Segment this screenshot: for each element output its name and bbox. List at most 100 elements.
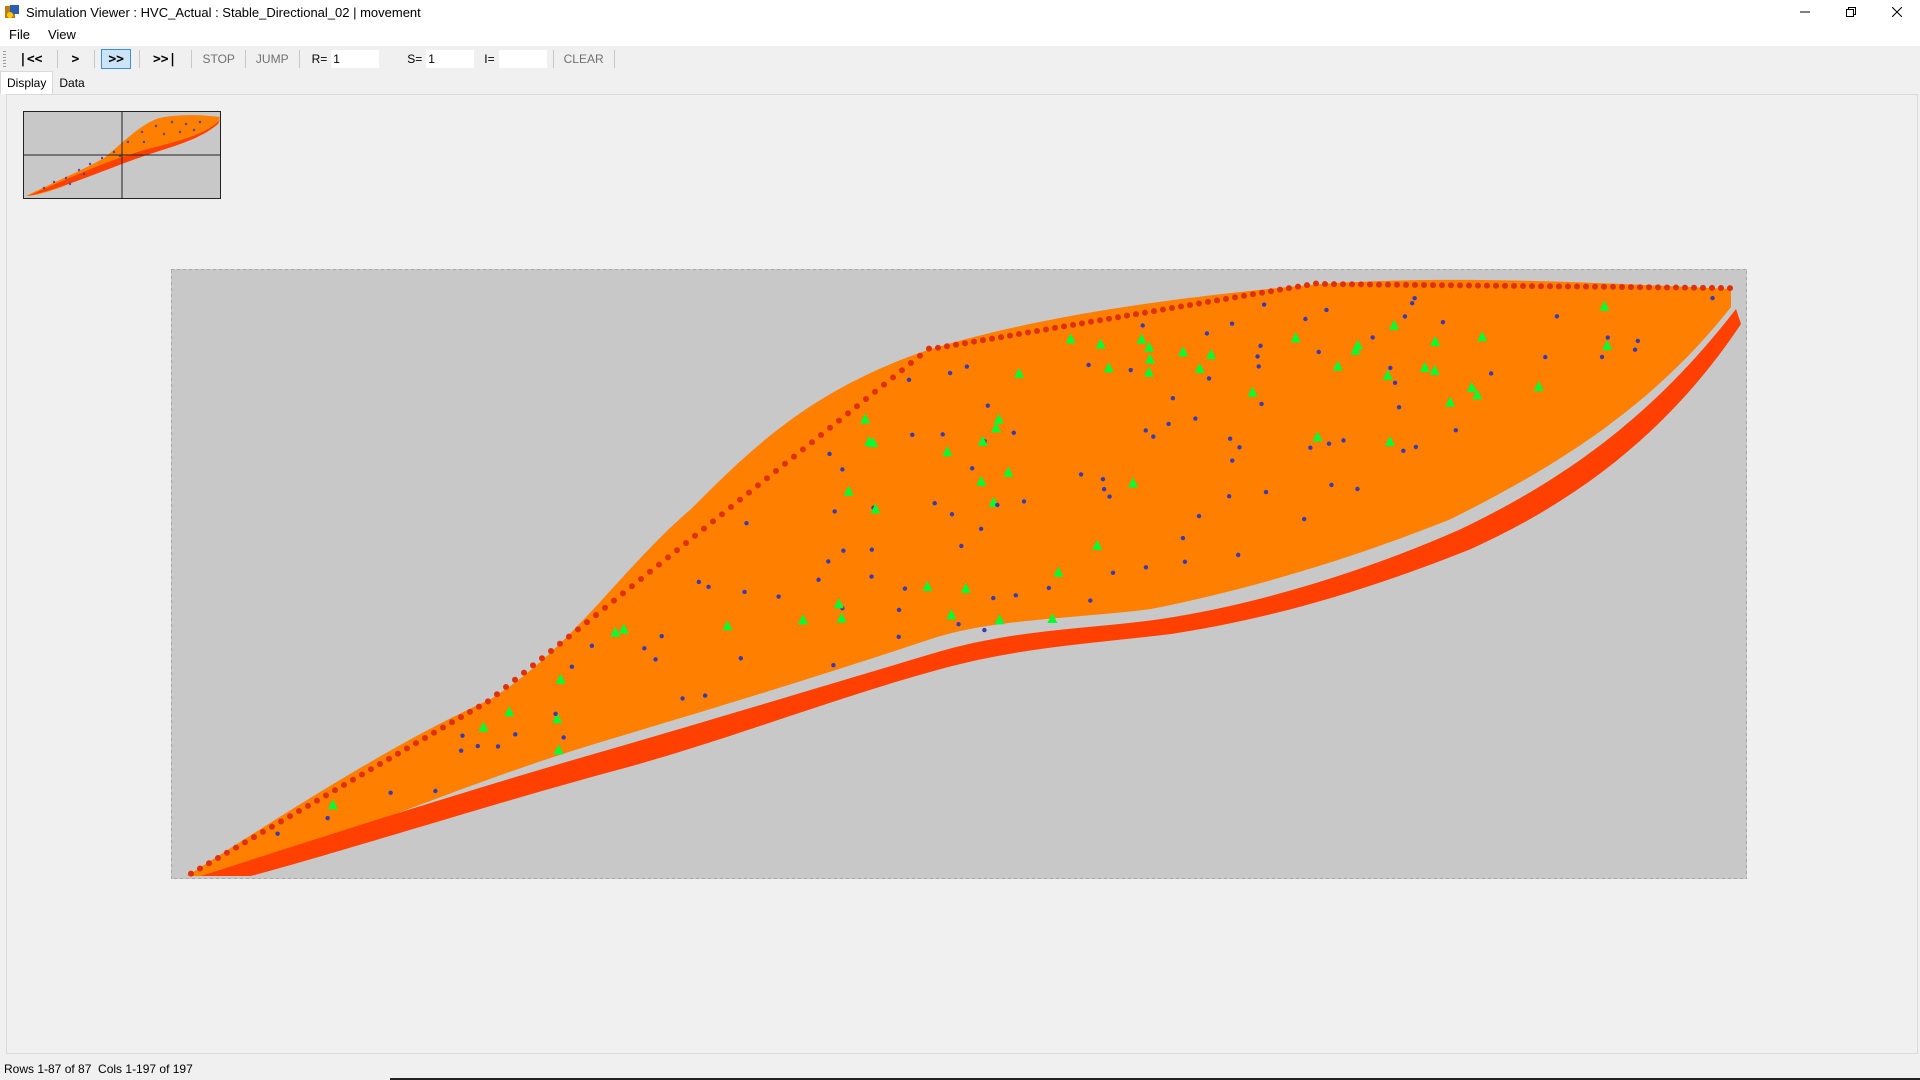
boundary-dot xyxy=(665,554,671,561)
boundary-dot xyxy=(638,576,644,582)
restore-button[interactable] xyxy=(1828,0,1874,24)
boundary-dot xyxy=(1268,288,1274,295)
tab-display[interactable]: Display xyxy=(0,71,54,94)
toolbar-separator xyxy=(191,50,193,68)
boundary-dot xyxy=(539,655,545,662)
agent-blue-marker xyxy=(1370,335,1375,340)
agent-blue-marker xyxy=(1204,331,1210,336)
agent-blue-marker xyxy=(1396,404,1402,410)
boundary-dot xyxy=(1052,324,1058,331)
boundary-dot xyxy=(1097,317,1103,324)
boundary-dot xyxy=(917,352,923,359)
close-button[interactable] xyxy=(1874,0,1920,24)
minimap-overview[interactable] xyxy=(23,111,221,199)
agent-blue-marker xyxy=(776,594,781,599)
agent-blue-marker xyxy=(1316,349,1321,355)
boundary-dot xyxy=(1718,285,1724,291)
agent-blue-marker xyxy=(475,743,480,749)
agent-blue-marker xyxy=(1128,367,1133,373)
boundary-dot xyxy=(1169,305,1175,312)
agent-blue-marker xyxy=(1229,321,1235,326)
s-label: S= xyxy=(407,52,423,66)
boundary-dot xyxy=(197,865,203,872)
menu-view[interactable]: View xyxy=(39,24,85,46)
simulation-grid[interactable] xyxy=(170,268,1748,882)
r-input[interactable] xyxy=(331,50,380,68)
boundary-dot xyxy=(1043,326,1049,333)
i-input[interactable] xyxy=(498,50,547,68)
boundary-dot xyxy=(791,453,797,460)
agent-blue-marker xyxy=(1088,598,1093,603)
minimize-button[interactable] xyxy=(1782,0,1828,24)
boundary-dot xyxy=(1727,285,1733,292)
boundary-dot xyxy=(1691,284,1697,291)
boundary-dot xyxy=(602,604,608,611)
boundary-dot xyxy=(206,860,212,867)
jump-button[interactable]: JUMP xyxy=(252,52,293,66)
agent-blue-marker xyxy=(1261,302,1267,307)
agent-blue-marker xyxy=(1140,323,1145,328)
agent-blue-marker xyxy=(1326,441,1332,446)
boundary-dot xyxy=(188,870,194,877)
agent-blue-marker xyxy=(1543,354,1548,360)
boundary-dot xyxy=(440,724,446,731)
boundary-dot xyxy=(701,525,707,532)
agent-blue-marker xyxy=(495,744,501,749)
agent-blue-marker xyxy=(1632,347,1638,352)
boundary-dot xyxy=(1511,282,1517,289)
agent-blue-marker xyxy=(1258,343,1263,349)
stop-button[interactable]: STOP xyxy=(198,52,238,66)
status-bar: Rows 1-87 of 87 Cols 1-197 of 197 xyxy=(0,1058,1920,1080)
boundary-dot xyxy=(1061,323,1067,330)
boundary-dot xyxy=(1124,312,1130,319)
agent-blue-marker xyxy=(744,520,749,526)
boundary-dot xyxy=(836,417,842,424)
toolbar-grip[interactable] xyxy=(3,51,6,67)
boundary-dot xyxy=(854,403,860,410)
agent-blue-marker xyxy=(513,732,518,737)
boundary-dot xyxy=(1115,314,1121,321)
boundary-dot xyxy=(1655,284,1661,291)
boundary-dot xyxy=(1394,281,1400,288)
tab-data[interactable]: Data xyxy=(53,72,90,94)
agent-blue-marker xyxy=(1170,396,1176,401)
agent-blue-marker xyxy=(906,377,912,383)
play-button[interactable]: >> xyxy=(101,49,131,69)
boundary-dot xyxy=(1259,289,1265,296)
agent-blue-marker xyxy=(964,364,970,369)
boundary-dot xyxy=(260,828,266,835)
boundary-dot xyxy=(242,839,248,846)
boundary-dot xyxy=(827,424,833,431)
last-frame-button[interactable]: >>| xyxy=(146,49,183,69)
boundary-dot xyxy=(233,844,239,851)
agent-blue-marker xyxy=(680,696,685,701)
first-frame-button[interactable]: |<< xyxy=(12,49,49,69)
boundary-dot xyxy=(773,468,779,474)
agent-blue-marker xyxy=(1301,516,1307,522)
boundary-dot xyxy=(269,823,275,830)
agent-blue-marker xyxy=(1166,421,1171,427)
clear-button[interactable]: CLEAR xyxy=(560,52,608,66)
s-input[interactable] xyxy=(426,50,475,68)
status-text: Rows 1-87 of 87 Cols 1-197 of 197 xyxy=(4,1062,193,1076)
boundary-dot xyxy=(863,396,869,402)
step-forward-button[interactable]: > xyxy=(64,49,86,69)
agent-blue-marker xyxy=(460,733,465,738)
boundary-dot xyxy=(818,432,824,438)
agent-blue-marker xyxy=(589,643,595,649)
agent-blue-marker xyxy=(1086,362,1091,368)
boundary-dot xyxy=(287,813,293,820)
boundary-dot xyxy=(647,568,653,575)
agent-blue-marker xyxy=(1255,354,1260,359)
boundary-dot xyxy=(1502,282,1508,289)
agent-blue-marker xyxy=(1236,552,1241,558)
agent-blue-marker xyxy=(956,621,961,627)
agent-blue-marker xyxy=(1143,428,1148,433)
minimize-icon xyxy=(1800,11,1810,13)
boundary-dot xyxy=(1565,283,1571,290)
toolbar-separator xyxy=(57,50,59,68)
boundary-dot xyxy=(881,381,887,388)
agent-blue-marker xyxy=(978,526,984,532)
boundary-dot xyxy=(890,374,896,381)
menu-file[interactable]: File xyxy=(0,24,39,46)
